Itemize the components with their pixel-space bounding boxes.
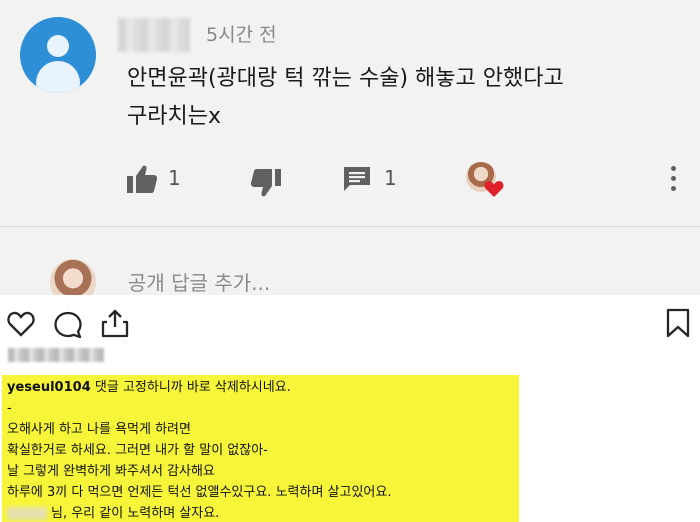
more-options-icon[interactable]: [664, 163, 682, 195]
caption-text: 댓글 고정하니까 바로 삭제하시네요.: [90, 380, 291, 395]
caption-line: 확실한거로 하세요. 그러면 내가 할 말이 없잖아-: [7, 443, 268, 458]
commenter-avatar[interactable]: [20, 17, 96, 93]
reply-input-placeholder[interactable]: 공개 답글 추가...: [128, 267, 270, 295]
comment-text: 안면윤곽(광대랑 턱 깎는 수술) 해놓고 안했다고 구라치는x: [127, 60, 647, 136]
thumbs-down-icon[interactable]: [250, 168, 282, 198]
instagram-post-panel: yeseul0104 댓글 고정하니까 바로 삭제하시네요. - 오해사게 하고…: [0, 295, 700, 522]
avatar-body-shape: [36, 61, 80, 93]
commenter-name-redacted: [118, 18, 190, 52]
post-caption: yeseul0104 댓글 고정하니까 바로 삭제하시네요. - 오해사게 하고…: [7, 377, 519, 522]
section-divider: [0, 226, 700, 227]
youtube-comment-panel: 5시간 전 안면윤곽(광대랑 턱 깎는 수술) 해놓고 안했다고 구라치는x 1…: [0, 0, 700, 295]
current-user-avatar: [50, 259, 96, 295]
reply-comment-icon[interactable]: [343, 166, 371, 192]
caption-line: 하루에 3끼 다 먹으면 언제든 턱선 없앨수있구요. 노력하며 살고있어요.: [7, 485, 392, 500]
creator-heart-badge: [466, 160, 506, 202]
mentioned-name-redacted: [7, 507, 47, 520]
bookmark-icon[interactable]: [665, 308, 691, 338]
likes-count-redacted: [8, 348, 104, 362]
share-upload-icon[interactable]: [100, 308, 130, 338]
comment-line: 안면윤곽(광대랑 턱 깎는 수술) 해놓고 안했다고: [127, 66, 564, 91]
screenshot-composite: 5시간 전 안면윤곽(광대랑 턱 깎는 수술) 해놓고 안했다고 구라치는x 1…: [0, 0, 700, 522]
heart-icon[interactable]: [7, 311, 35, 337]
reply-count: 1: [384, 166, 397, 190]
thumbs-up-icon[interactable]: [126, 164, 158, 194]
comment-bubble-icon[interactable]: [53, 311, 83, 339]
caption-line: 오해사게 하고 나를 욕먹게 하려면: [7, 422, 191, 437]
caption-text: 님, 우리 같이 노력하며 살자요.: [51, 506, 220, 521]
caption-line: 날 그렇게 완벽하게 봐주셔서 감사해요: [7, 464, 215, 479]
like-count: 1: [168, 166, 181, 190]
red-heart-icon: [484, 181, 504, 197]
caption-first-line: yeseul0104 댓글 고정하니까 바로 삭제하시네요.: [7, 377, 519, 398]
caption-separator: -: [7, 401, 12, 416]
avatar-head-shape: [47, 35, 69, 57]
caption-last-line: 님, 우리 같이 노력하며 살자요.: [7, 503, 519, 522]
comment-line: 구라치는x: [127, 104, 221, 129]
caption-username[interactable]: yeseul0104: [7, 380, 91, 395]
comment-timestamp: 5시간 전: [206, 24, 277, 46]
